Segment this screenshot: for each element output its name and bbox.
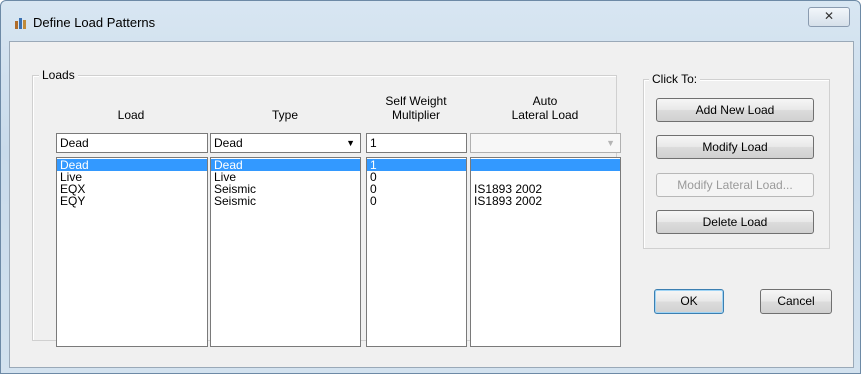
add-new-load-button[interactable]: Add New Load xyxy=(656,98,814,122)
list-item[interactable] xyxy=(471,159,620,171)
cancel-button[interactable]: Cancel xyxy=(760,289,832,314)
type-column-header: Type xyxy=(271,108,298,122)
load-name-list[interactable]: Dead Live EQX EQY xyxy=(56,157,208,347)
window-title: Define Load Patterns xyxy=(33,15,156,30)
list-item[interactable]: 0 xyxy=(367,171,466,183)
define-load-patterns-window: Define Load Patterns ✕ Loads Load Type S… xyxy=(0,0,861,374)
auto-lateral-column-header: Auto Lateral Load xyxy=(470,94,620,122)
self-weight-header-line2: Multiplier xyxy=(391,108,440,122)
load-name-value: Dead xyxy=(60,136,89,150)
close-button[interactable]: ✕ xyxy=(808,7,850,27)
list-item[interactable]: 0 xyxy=(367,183,466,195)
list-item[interactable]: Seismic xyxy=(211,195,360,207)
load-type-value: Dead xyxy=(214,136,243,150)
load-type-dropdown[interactable]: Dead ▼ xyxy=(210,133,361,153)
list-item[interactable]: 1 xyxy=(367,159,466,171)
chevron-down-icon: ▼ xyxy=(346,138,355,148)
auto-lateral-header-line2: Lateral Load xyxy=(511,108,579,122)
self-weight-value: 1 xyxy=(370,136,377,150)
list-item[interactable]: EQY xyxy=(57,195,207,207)
loads-group-label: Loads xyxy=(39,68,78,82)
self-weight-list[interactable]: 1 0 0 0 xyxy=(366,157,467,347)
auto-lateral-header-line1: Auto xyxy=(532,94,558,108)
list-item[interactable]: 0 xyxy=(367,195,466,207)
dialog-body: Loads Load Type Self Weight Multiplier A… xyxy=(9,41,854,368)
auto-lateral-list[interactable]: IS1893 2002 IS1893 2002 xyxy=(470,157,621,347)
auto-lateral-dropdown[interactable]: ▼ xyxy=(470,133,621,153)
list-item[interactable]: IS1893 2002 xyxy=(471,195,620,207)
load-type-list[interactable]: Dead Live Seismic Seismic xyxy=(210,157,361,347)
chevron-down-icon: ▼ xyxy=(606,138,615,148)
load-column-header: Load xyxy=(117,108,145,122)
load-name-input[interactable]: Dead xyxy=(56,133,208,153)
app-icon xyxy=(15,18,26,29)
title-bar[interactable]: Define Load Patterns ✕ xyxy=(1,1,860,35)
close-icon: ✕ xyxy=(823,9,835,23)
click-to-group-label: Click To: xyxy=(649,72,701,86)
self-weight-header-line1: Self Weight xyxy=(385,94,447,108)
delete-load-button[interactable]: Delete Load xyxy=(656,210,814,234)
ok-button[interactable]: OK xyxy=(654,289,724,314)
modify-lateral-load-button[interactable]: Modify Lateral Load... xyxy=(656,173,814,197)
modify-load-button[interactable]: Modify Load xyxy=(656,135,814,159)
self-weight-column-header: Self Weight Multiplier xyxy=(366,94,466,122)
self-weight-input[interactable]: 1 xyxy=(366,133,467,153)
